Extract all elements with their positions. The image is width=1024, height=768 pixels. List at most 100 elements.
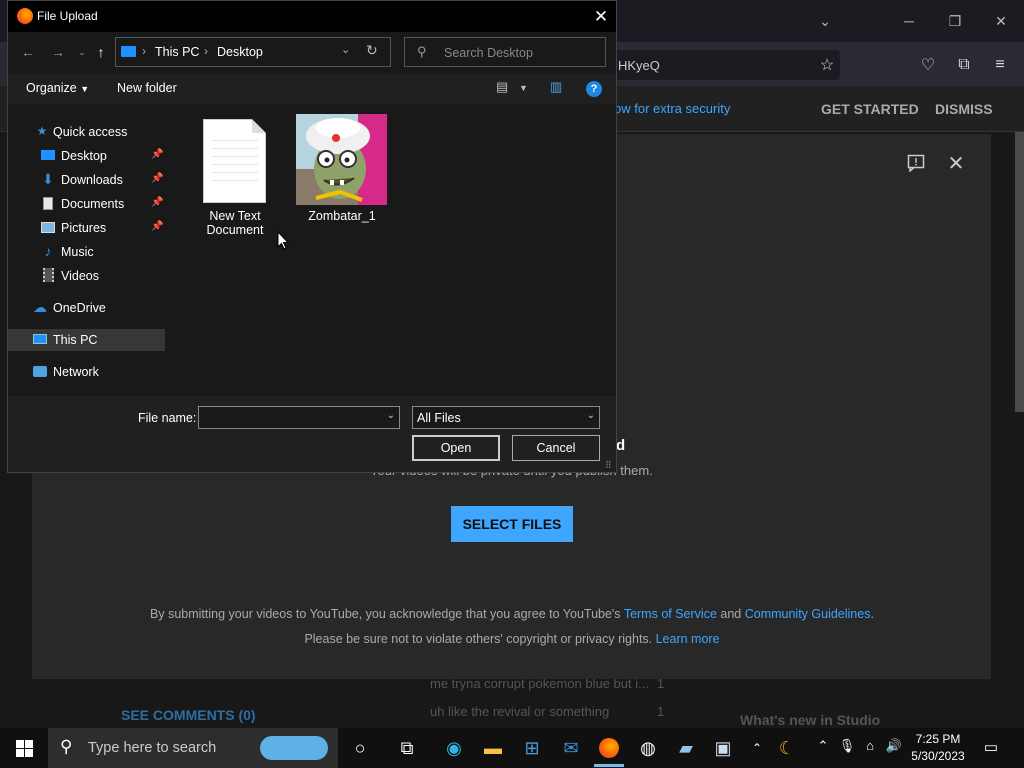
forward-arrow-icon[interactable]: → bbox=[47, 41, 69, 63]
taskbar-search[interactable]: ⚲ Type here to search bbox=[48, 728, 338, 768]
search-box[interactable]: ⚲ Search Desktop bbox=[404, 37, 606, 67]
modal-close-icon[interactable]: ✕ bbox=[943, 150, 969, 176]
file-name-dropdown-icon[interactable]: ⌄ bbox=[387, 410, 395, 421]
microphone-icon[interactable]: 🎙 bbox=[838, 738, 856, 754]
notification-center-icon[interactable]: ▭ bbox=[982, 738, 1000, 756]
bookmark-star-icon[interactable]: ☆ bbox=[814, 52, 840, 78]
nav-item-network[interactable]: Network bbox=[8, 361, 165, 383]
pictures-icon bbox=[41, 220, 55, 234]
learn-more-link[interactable]: Learn more bbox=[656, 632, 720, 646]
community-guidelines-link[interactable]: Community Guidelines bbox=[745, 607, 871, 621]
nav-item-label: Documents bbox=[61, 197, 125, 211]
organize-button[interactable]: Organize ▼ bbox=[26, 81, 89, 95]
resize-grip-icon[interactable]: ⠿ bbox=[605, 460, 612, 471]
bg-comment: uh like the revival or something bbox=[430, 704, 610, 719]
nav-item-label: This PC bbox=[53, 333, 98, 347]
address-dropdown-chevron-icon[interactable]: ⌄ bbox=[341, 43, 350, 56]
tray-app-icon[interactable]: ☾ bbox=[772, 733, 802, 763]
up-arrow-icon[interactable]: ↑ bbox=[90, 41, 112, 63]
breadcrumb-this-pc[interactable]: This PC bbox=[155, 45, 199, 59]
overflow-chevron-icon[interactable]: ⌃ bbox=[742, 733, 772, 763]
breadcrumb-separator-icon[interactable]: › bbox=[142, 44, 146, 58]
pin-icon: 📌 bbox=[151, 173, 164, 184]
dialog-titlebar: File Upload ✕ bbox=[8, 1, 616, 32]
terms-of-service-link[interactable]: Terms of Service bbox=[624, 607, 717, 621]
nav-item-label: Quick access bbox=[53, 125, 128, 139]
open-button[interactable]: Open bbox=[412, 435, 500, 461]
windows-start-icon[interactable] bbox=[9, 733, 39, 763]
obs-icon[interactable]: ◍ bbox=[633, 733, 663, 763]
clock-date: 5/30/2023 bbox=[911, 749, 965, 763]
network-status-icon[interactable]: ⌂ bbox=[861, 738, 879, 753]
file-item-zombatar[interactable]: Zombatar_1 bbox=[292, 209, 392, 223]
doc-line bbox=[212, 172, 258, 173]
download-icon: ⬇ bbox=[42, 170, 54, 187]
edge-icon[interactable]: ◉ bbox=[439, 733, 469, 763]
tab-list-icon[interactable]: ⌄ bbox=[802, 0, 848, 42]
dismiss-button[interactable]: DISMISS bbox=[935, 101, 993, 117]
close-window-icon[interactable]: ✕ bbox=[978, 0, 1024, 42]
nav-item-desktop[interactable]: Desktop 📌 bbox=[8, 145, 165, 167]
app-icon[interactable]: ▰ bbox=[671, 733, 701, 763]
nav-item-label: OneDrive bbox=[53, 301, 106, 315]
cortana-icon[interactable]: ○ bbox=[345, 733, 375, 763]
back-arrow-icon[interactable]: ← bbox=[17, 41, 39, 63]
nav-item-music[interactable]: ♪ Music bbox=[8, 241, 165, 263]
url-bar[interactable]: HKyeQ bbox=[608, 50, 840, 80]
nav-item-label: Videos bbox=[61, 269, 99, 283]
get-started-button[interactable]: GET STARTED bbox=[821, 101, 919, 117]
file-explorer-icon[interactable]: ▬ bbox=[478, 733, 508, 763]
nav-item-pictures[interactable]: Pictures 📌 bbox=[8, 217, 165, 239]
taskbar-search-placeholder: Type here to search bbox=[88, 740, 217, 756]
minimize-icon[interactable]: ─ bbox=[886, 0, 932, 42]
dialog-close-icon[interactable]: ✕ bbox=[586, 3, 616, 31]
change-view-icon[interactable]: ▤ bbox=[496, 79, 508, 95]
extensions-icon[interactable]: ⧉ bbox=[951, 52, 977, 78]
zombatar-thumbnail[interactable] bbox=[296, 114, 387, 205]
nav-item-quick-access[interactable]: ★ Quick access bbox=[8, 121, 165, 143]
file-name-label: File name: bbox=[138, 411, 197, 425]
mouse-cursor-icon bbox=[277, 231, 289, 250]
nav-item-this-pc[interactable]: This PC bbox=[8, 329, 165, 351]
show-hidden-icons-chevron-icon[interactable]: ⌃ bbox=[814, 738, 832, 754]
restore-icon[interactable]: ❐ bbox=[932, 0, 978, 42]
file-name-input[interactable]: ⌄ bbox=[198, 406, 400, 429]
refresh-icon[interactable]: ↻ bbox=[366, 42, 378, 59]
search-icon: ⚲ bbox=[60, 737, 73, 756]
pocket-icon[interactable]: ♡ bbox=[915, 52, 941, 78]
nav-item-downloads[interactable]: ⬇ Downloads 📌 bbox=[8, 169, 165, 191]
feedback-icon[interactable] bbox=[903, 150, 929, 176]
see-comments-link[interactable]: SEE COMMENTS (0) bbox=[121, 707, 256, 723]
pin-icon: 📌 bbox=[151, 197, 164, 208]
help-icon[interactable]: ? bbox=[586, 81, 602, 97]
breadcrumb-desktop[interactable]: Desktop bbox=[217, 45, 263, 59]
menu-icon[interactable]: ≡ bbox=[987, 52, 1013, 78]
volume-icon[interactable]: 🔊 bbox=[885, 738, 903, 754]
modal-heading: d bbox=[616, 437, 626, 454]
mail-icon[interactable]: ✉ bbox=[556, 733, 586, 763]
firefox-taskbar-icon[interactable] bbox=[594, 733, 624, 763]
app-icon[interactable]: ▣ bbox=[708, 733, 738, 763]
task-view-icon[interactable]: ⧉ bbox=[392, 733, 422, 763]
new-folder-button[interactable]: New folder bbox=[117, 81, 177, 95]
breadcrumb-separator-icon[interactable]: › bbox=[204, 44, 208, 58]
address-bar[interactable]: › This PC › Desktop ⌄ ↻ bbox=[115, 37, 391, 67]
file-type-dropdown-icon: ⌄ bbox=[586, 410, 595, 421]
doc-line bbox=[212, 180, 258, 181]
doc-line bbox=[212, 140, 258, 141]
nav-item-documents[interactable]: Documents 📌 bbox=[8, 193, 165, 215]
select-files-button[interactable]: SELECT FILES bbox=[451, 506, 573, 542]
file-type-select[interactable]: All Files ⌄ bbox=[412, 406, 600, 429]
pin-icon: 📌 bbox=[151, 221, 164, 232]
store-icon[interactable]: ⊞ bbox=[517, 733, 547, 763]
nav-item-onedrive[interactable]: ☁ OneDrive bbox=[8, 297, 165, 319]
file-item-text-document[interactable]: New Text Document bbox=[185, 209, 285, 237]
preview-pane-icon[interactable]: ▥ bbox=[550, 79, 562, 95]
view-options-chevron-icon[interactable]: ▼ bbox=[519, 83, 528, 93]
nav-item-videos[interactable]: Videos bbox=[8, 265, 165, 287]
system-clock[interactable]: 7:25 PM 5/30/2023 bbox=[903, 731, 973, 765]
whats-new-heading: What's new in Studio bbox=[740, 712, 881, 728]
page-scrollbar[interactable] bbox=[1015, 132, 1024, 412]
cancel-button[interactable]: Cancel bbox=[512, 435, 600, 461]
text-document-icon[interactable] bbox=[203, 119, 266, 203]
